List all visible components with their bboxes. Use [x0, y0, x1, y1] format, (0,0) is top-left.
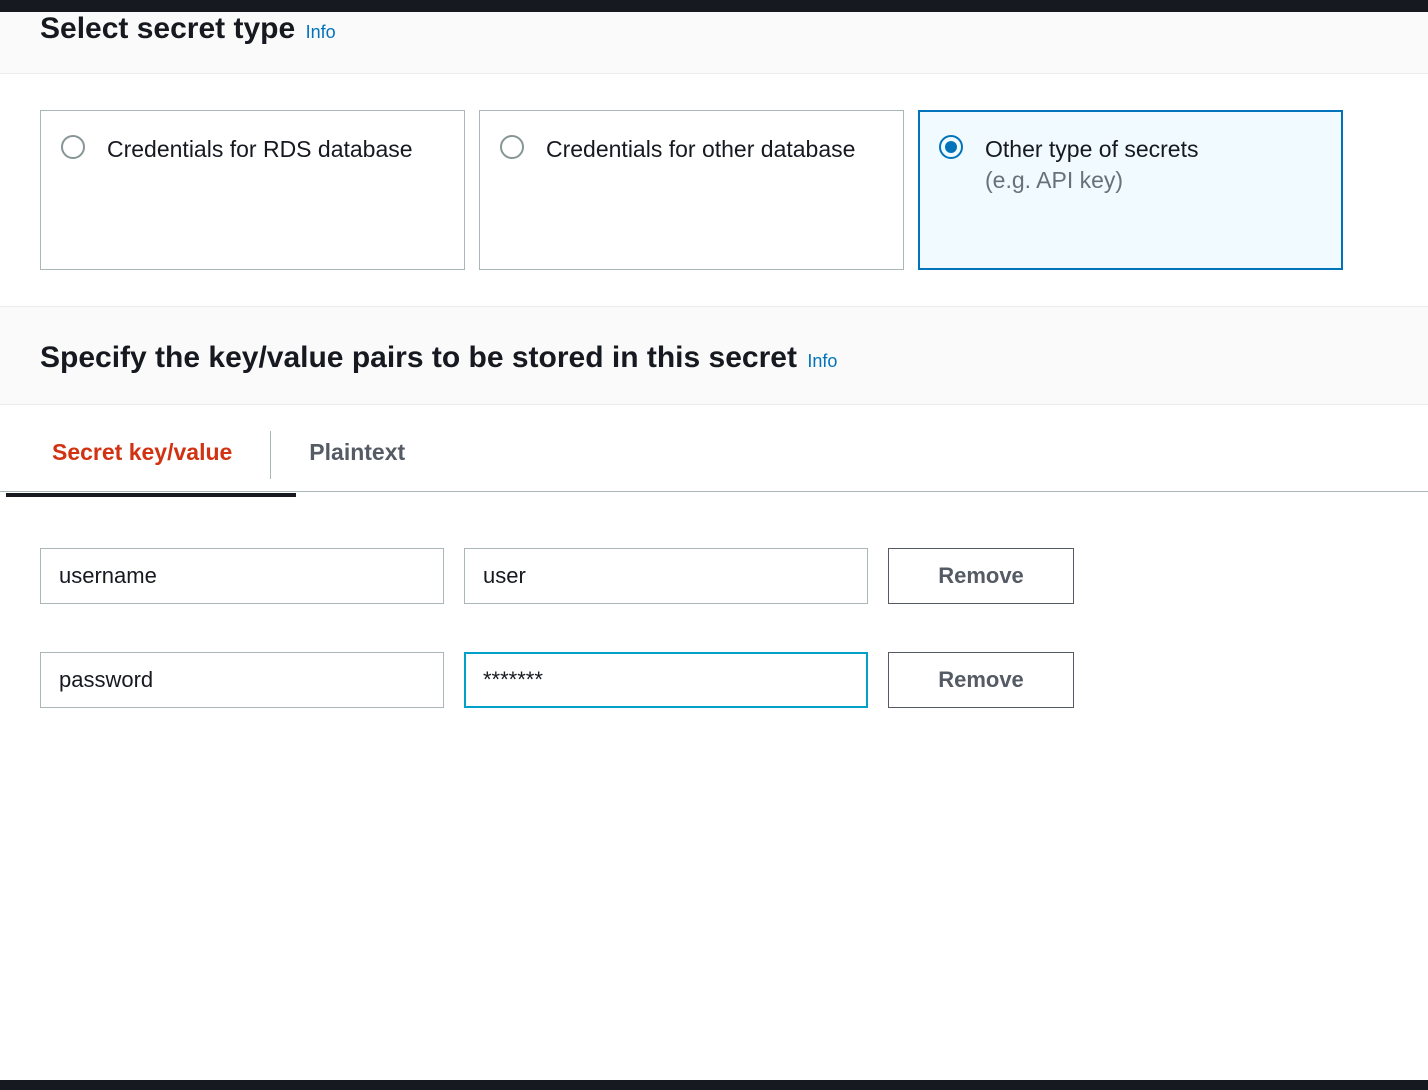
top-navbar: [0, 0, 1428, 12]
option-label: Credentials for other database: [546, 133, 855, 165]
value-input[interactable]: [464, 652, 868, 708]
select-secret-type-header: Select secret type Info: [0, 12, 1428, 74]
option-other-secrets[interactable]: Other type of secrets (e.g. API key): [918, 110, 1343, 270]
key-input[interactable]: [40, 652, 444, 708]
info-link[interactable]: Info: [306, 22, 336, 42]
radio-icon: [939, 135, 963, 159]
kv-rows: Remove Remove: [0, 496, 1428, 708]
value-input[interactable]: [464, 548, 868, 604]
info-link[interactable]: Info: [807, 351, 837, 371]
tab-plaintext[interactable]: Plaintext: [301, 433, 413, 490]
active-tab-underline: [6, 493, 296, 497]
radio-icon: [61, 135, 85, 159]
option-sublabel: (e.g. API key): [985, 167, 1198, 194]
option-other-db-credentials[interactable]: Credentials for other database: [479, 110, 904, 270]
option-label: Other type of secrets: [985, 133, 1198, 165]
kv-row: Remove: [40, 548, 1388, 604]
tab-separator: [270, 431, 271, 479]
bottom-bar: [0, 1080, 1428, 1090]
remove-button[interactable]: Remove: [888, 652, 1074, 708]
secret-type-options: Credentials for RDS database Credentials…: [0, 74, 1428, 306]
option-rds-credentials[interactable]: Credentials for RDS database: [40, 110, 465, 270]
kv-tabs: Secret key/value Plaintext: [0, 405, 1428, 492]
section-title: Select secret type: [40, 12, 295, 45]
tab-secret-key-value[interactable]: Secret key/value: [44, 433, 240, 490]
kv-row: Remove: [40, 652, 1388, 708]
remove-button[interactable]: Remove: [888, 548, 1074, 604]
kv-pairs-header: Specify the key/value pairs to be stored…: [0, 306, 1428, 405]
option-label: Credentials for RDS database: [107, 133, 413, 165]
radio-icon: [500, 135, 524, 159]
section-title: Specify the key/value pairs to be stored…: [40, 341, 797, 374]
key-input[interactable]: [40, 548, 444, 604]
